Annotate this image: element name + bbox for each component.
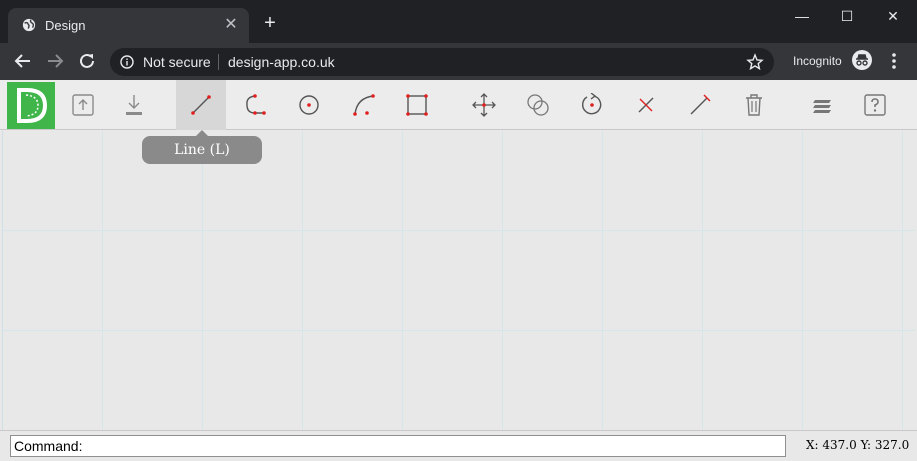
layers-button[interactable] <box>797 80 847 130</box>
bookmark-star-icon[interactable] <box>746 53 764 71</box>
forward-arrow-icon[interactable] <box>45 51 65 71</box>
command-input[interactable] <box>10 435 786 457</box>
tool-palette <box>0 80 917 130</box>
logo-d-icon <box>17 88 48 123</box>
browser-tab[interactable]: Design ✕ <box>8 8 249 43</box>
layers-icon <box>813 100 831 113</box>
circle-icon <box>299 95 319 115</box>
minimize-button[interactable]: — <box>792 6 812 26</box>
rotate-icon <box>581 93 602 115</box>
kebab-menu-icon[interactable] <box>888 51 900 71</box>
save-button[interactable] <box>109 80 159 130</box>
tab-title: Design <box>45 18 86 33</box>
download-icon <box>126 95 142 115</box>
reload-icon[interactable] <box>77 51 97 71</box>
help-button[interactable] <box>850 80 900 130</box>
upload-file-icon <box>72 94 94 116</box>
polyline-icon <box>246 94 266 115</box>
extend-tool-button[interactable] <box>675 80 725 130</box>
status-bar: X: 437.0 Y: 327.0 <box>0 430 917 461</box>
omnibox-divider <box>218 54 219 70</box>
info-icon[interactable] <box>120 55 134 69</box>
move-icon <box>472 93 496 117</box>
globe-icon <box>22 18 36 32</box>
arc-icon <box>353 94 375 116</box>
close-tab-icon[interactable]: ✕ <box>223 17 239 33</box>
rectangle-icon <box>406 94 428 116</box>
extend-icon <box>690 94 711 115</box>
incognito-label[interactable]: Incognito <box>793 54 842 68</box>
browser-titlebar: Design ✕ + — ☐ ✕ <box>0 0 917 43</box>
close-window-button[interactable]: ✕ <box>883 6 903 26</box>
trim-icon <box>638 97 654 113</box>
erase-tool-button[interactable] <box>729 80 779 130</box>
copy-icon <box>527 94 549 116</box>
line-icon <box>191 95 211 115</box>
drawing-canvas[interactable] <box>2 131 915 430</box>
security-status[interactable]: Not secure <box>143 54 211 70</box>
line-tool-button[interactable] <box>176 80 226 130</box>
address-bar[interactable]: Not secure design-app.co.uk <box>110 48 774 76</box>
browser-toolbar: Not secure design-app.co.uk <box>0 43 917 80</box>
circle-tool-button[interactable] <box>284 80 334 130</box>
trash-icon <box>746 94 762 116</box>
design-app: Line (L) X: 437.0 Y: 327.0 <box>0 80 917 461</box>
url-text[interactable]: design-app.co.uk <box>228 54 335 70</box>
polyline-tool-button[interactable] <box>230 80 280 130</box>
line-tool-tooltip: Line (L) <box>142 136 262 164</box>
incognito-icon[interactable] <box>852 50 872 70</box>
move-tool-button[interactable] <box>459 80 509 130</box>
cursor-coordinates: X: 437.0 Y: 327.0 <box>806 438 910 452</box>
rotate-tool-button[interactable] <box>567 80 617 130</box>
arc-tool-button[interactable] <box>339 80 389 130</box>
app-logo <box>7 82 55 129</box>
rectangle-tool-button[interactable] <box>392 80 442 130</box>
maximize-button[interactable]: ☐ <box>837 6 857 26</box>
new-tab-button[interactable]: + <box>262 13 278 33</box>
back-arrow-icon[interactable] <box>13 51 33 71</box>
help-icon <box>864 94 886 116</box>
trim-tool-button[interactable] <box>621 80 671 130</box>
open-button[interactable] <box>58 80 108 130</box>
copy-tool-button[interactable] <box>513 80 563 130</box>
